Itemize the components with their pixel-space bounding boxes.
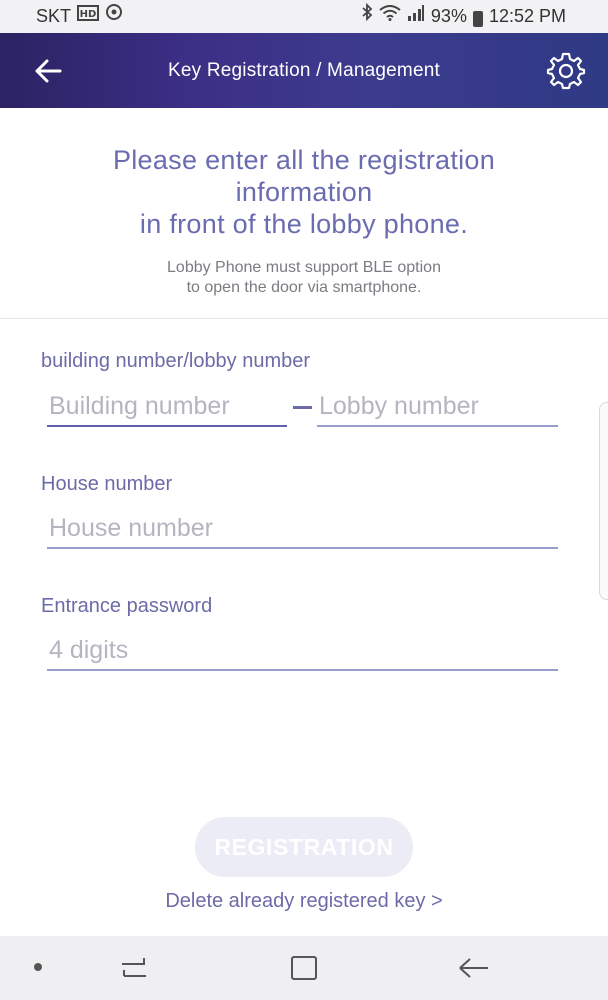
settings-button[interactable] [546,51,586,91]
battery-percent: 93% [430,6,467,26]
entrance-password-input[interactable] [47,636,558,671]
wifi-icon [379,0,401,33]
system-nav-bar [0,936,608,1000]
intro-subtext: Lobby Phone must support BLE option to o… [94,258,514,298]
bluetooth-icon [361,0,373,33]
entrance-password-label: Entrance password [41,595,213,617]
home-button[interactable] [288,954,320,982]
intro-heading-line: in front of the lobby phone. [139,209,469,239]
svg-text:HD: HD [80,9,97,20]
back-button[interactable] [30,53,66,89]
status-left: SKT HD [36,0,123,33]
side-edge-handle[interactable] [599,402,608,600]
recent-apps-button[interactable] [118,954,150,982]
page-title: Key Registration / Management [168,60,440,81]
house-number-label: House number [41,473,173,495]
arrow-left-icon [35,59,62,83]
separator-dash [293,406,312,409]
house-number-input[interactable] [47,514,558,549]
carrier-label: SKT [36,6,72,26]
building-number-input[interactable] [47,392,287,427]
gear-icon [546,52,586,90]
battery-icon [472,10,483,27]
clock: 12:52 PM [488,6,566,26]
hd-icon: HD [77,0,100,33]
intro-section: Please enter all the registration inform… [0,108,608,319]
intro-heading: Please enter all the registration inform… [44,144,564,240]
registration-button[interactable]: REGISTRATION [195,817,413,877]
sync-icon [105,0,123,33]
intro-heading-line: information [235,177,373,207]
status-bar: SKT HD 93% 12:52 PM [0,0,608,33]
building-lobby-label: building number/lobby number [41,350,311,372]
recent-apps-icon [122,958,146,977]
intro-subtext-line: Lobby Phone must support BLE option [167,259,441,276]
lobby-number-input[interactable] [317,392,558,427]
nav-dot-icon[interactable] [34,963,42,971]
back-arrow-icon [459,958,488,978]
home-icon [291,956,317,980]
status-right: 93% 12:52 PM [361,0,566,33]
intro-heading-line: Please enter all the registration [112,145,496,175]
delete-key-link[interactable]: Delete already registered key > [0,890,608,913]
app-header: Key Registration / Management [0,33,608,108]
intro-subtext-line: to open the door via smartphone. [186,279,422,296]
signal-icon [407,0,425,33]
system-back-button[interactable] [456,954,492,982]
